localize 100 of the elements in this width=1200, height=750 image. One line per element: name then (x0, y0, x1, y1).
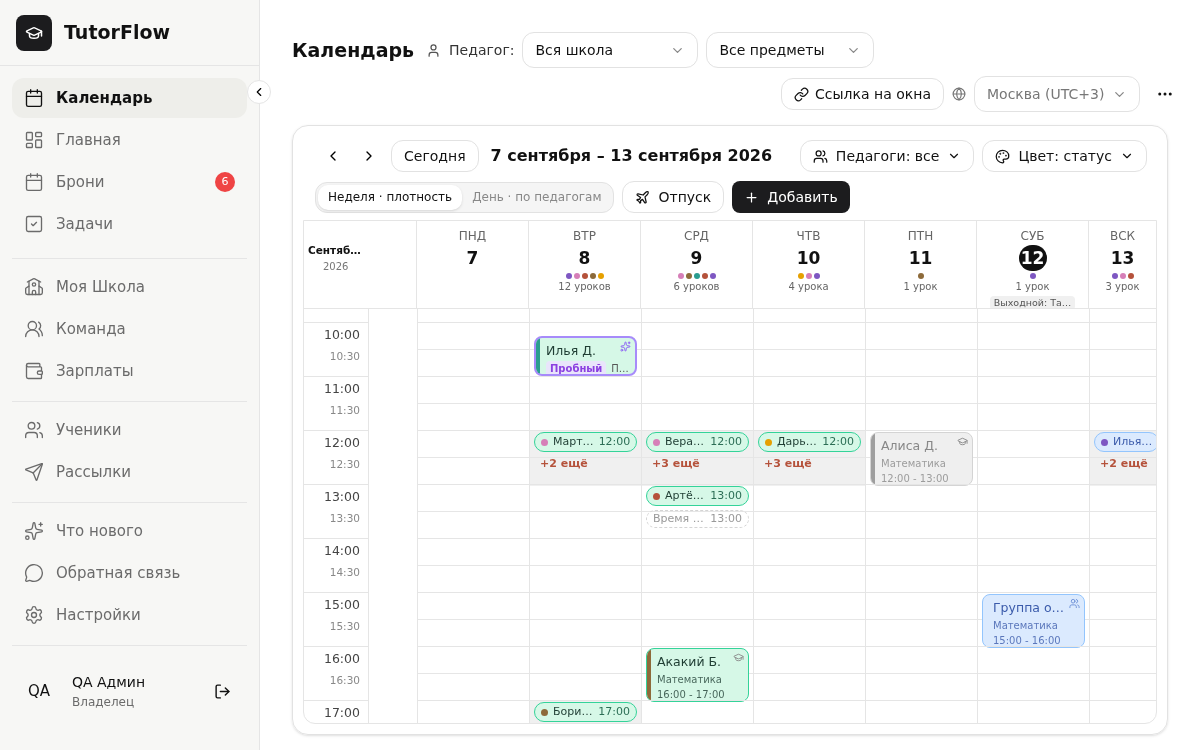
time-slot[interactable] (753, 538, 865, 592)
time-slot[interactable] (977, 646, 1089, 702)
time-slot[interactable] (753, 592, 865, 648)
time-slot[interactable] (417, 484, 529, 538)
nav-item[interactable]: Рассылки (12, 452, 247, 492)
time-slot[interactable] (641, 592, 753, 648)
time-slot[interactable] (641, 538, 753, 592)
nav-item[interactable]: Моя Школа (12, 267, 247, 307)
half-hour-label: 13:30 (329, 510, 360, 526)
more-link[interactable]: +3 ещё (758, 456, 861, 473)
time-slot[interactable] (753, 646, 865, 702)
time-slot[interactable]: Март… 12:00 +2 ещё (529, 430, 641, 486)
lesson-count: 1 урок (903, 280, 938, 294)
nav-item[interactable]: Обратная связь (12, 553, 247, 593)
time-slot[interactable] (417, 592, 529, 648)
time-slot[interactable] (529, 376, 641, 430)
more-link[interactable]: +2 ещё (534, 456, 637, 473)
time-slot[interactable] (977, 376, 1089, 430)
time-slot[interactable]: Илья… +2 ещё (1089, 430, 1156, 486)
brand-name: TutorFlow (64, 20, 170, 46)
time-slot[interactable] (529, 646, 641, 702)
time-slot[interactable]: Дарь… 12:00 +3 ещё (753, 430, 865, 486)
month-label: Сентяб… (308, 243, 362, 259)
teacher-select[interactable]: Вся школа (522, 32, 699, 68)
time-slot[interactable] (1089, 322, 1156, 376)
time-slot[interactable] (529, 484, 641, 538)
time-slot[interactable] (417, 376, 529, 430)
time-slot[interactable]: Бори… 17:00 (529, 700, 641, 723)
time-slot[interactable] (865, 484, 977, 538)
nav-item[interactable]: Зарплаты (12, 351, 247, 391)
time-slot[interactable] (417, 646, 529, 702)
lesson-card[interactable]: Илья Д. Пробный П… (534, 336, 637, 376)
collapse-button[interactable] (247, 80, 271, 104)
nav-item[interactable]: Что нового (12, 511, 247, 551)
time-slot[interactable] (865, 538, 977, 592)
time-slot[interactable]: Вера… 12:00 +3 ещё (641, 430, 753, 486)
day-number: 12 (1018, 245, 1047, 271)
time-slot[interactable] (977, 484, 1089, 538)
link-button[interactable]: Ссылка на окна (781, 78, 944, 110)
more-link[interactable]: +2 ещё (1094, 456, 1156, 473)
time-slot[interactable] (1089, 538, 1156, 592)
time-slot[interactable] (1089, 646, 1156, 702)
lesson-pill[interactable]: Дарь… 12:00 (758, 432, 861, 452)
half-hour-label: 11:30 (329, 402, 360, 418)
timezone-select[interactable]: Москва (UTC+3) (974, 76, 1140, 112)
today-button[interactable]: Сегодня (391, 140, 479, 172)
time-slot[interactable] (1089, 376, 1156, 430)
nav-item[interactable]: Календарь (12, 78, 247, 118)
lesson-pill[interactable]: Илья… (1094, 432, 1156, 452)
logout-icon[interactable] (214, 683, 231, 700)
view-tab[interactable]: Неделя · плотность (318, 184, 463, 210)
hour-label: 13:00 (323, 488, 360, 506)
time-slot[interactable] (529, 592, 641, 648)
nav-item[interactable]: Брони 6 (12, 162, 247, 202)
time-slot[interactable] (977, 322, 1089, 376)
half-hour-label: 15:30 (329, 618, 360, 634)
lesson-pill[interactable]: Март… 12:00 (534, 432, 637, 452)
color-filter[interactable]: Цвет: статус (982, 140, 1147, 172)
teachers-filter[interactable]: Педагоги: все (799, 140, 975, 172)
half-hour-label: 16:30 (329, 672, 360, 688)
time-slot[interactable] (417, 430, 529, 486)
time-slot[interactable] (417, 538, 529, 592)
lesson-pill[interactable]: Артё… 13:00 (646, 486, 749, 506)
time-slot[interactable] (865, 646, 977, 702)
time-slot[interactable] (417, 322, 529, 376)
nav-item[interactable]: Настройки (12, 595, 247, 635)
more-link[interactable]: +3 ещё (646, 456, 749, 473)
time-slot[interactable] (641, 322, 753, 376)
add-button[interactable]: Добавить (732, 181, 850, 213)
nav-item[interactable]: Задачи (12, 204, 247, 244)
settings-icon (24, 605, 44, 625)
count-badge: 6 (215, 172, 235, 192)
lesson-pill[interactable]: Бори… 17:00 (534, 702, 637, 722)
time-slot[interactable] (1089, 484, 1156, 538)
time-slot[interactable] (977, 430, 1089, 486)
time-slot[interactable]: Илья Д. Пробный П… (529, 322, 641, 376)
time-slot[interactable] (865, 592, 977, 648)
time-slot[interactable] (865, 322, 977, 376)
time-slot[interactable] (1089, 592, 1156, 648)
time-slot[interactable] (977, 538, 1089, 592)
nav-item[interactable]: Главная (12, 120, 247, 160)
time-slot[interactable] (529, 538, 641, 592)
half-hour-label: 12:30 (329, 456, 360, 472)
subject-select[interactable]: Все предметы (706, 32, 875, 68)
checkbox-icon (24, 214, 44, 234)
hour-label: 10:00 (323, 326, 360, 344)
time-slot[interactable] (753, 322, 865, 376)
nav-item[interactable]: Команда (12, 309, 247, 349)
time-slot[interactable] (865, 376, 977, 430)
time-slot[interactable] (753, 376, 865, 430)
lesson-pill[interactable]: Вера… 12:00 (646, 432, 749, 452)
time-slot[interactable] (753, 484, 865, 538)
lesson-count: 3 урок (1105, 280, 1140, 294)
vacation-button[interactable]: Отпуск (622, 181, 725, 213)
nav-item[interactable]: Ученики (12, 410, 247, 450)
time-slot[interactable]: Артё… 13:00 Время … 13:00 (641, 484, 753, 538)
lesson-count: 12 уроков (558, 280, 611, 294)
time-slot[interactable] (641, 376, 753, 430)
link-icon (794, 86, 810, 102)
day-off-note: Выходной: Та… (989, 296, 1076, 308)
